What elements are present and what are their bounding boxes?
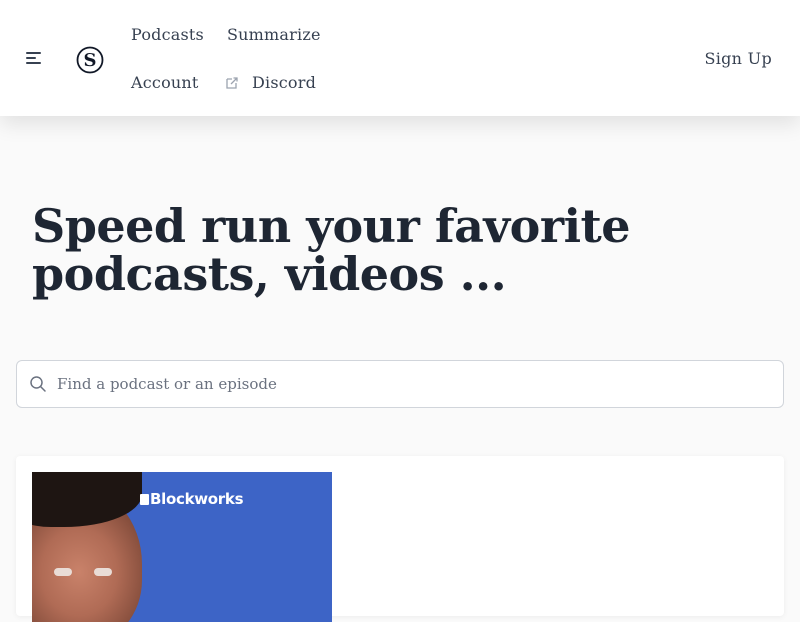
search-bar[interactable] xyxy=(16,360,784,408)
hamburger-menu-icon[interactable] xyxy=(26,52,44,68)
nav-account-link[interactable]: Account xyxy=(131,73,199,92)
blockworks-logo: Blockworks xyxy=(140,490,244,508)
sign-up-link[interactable]: Sign Up xyxy=(704,49,772,68)
nav-podcasts-link[interactable]: Podcasts xyxy=(131,25,204,44)
nav-summarize-link[interactable]: Summarize xyxy=(227,25,321,44)
episode-card[interactable]: Blockworks xyxy=(16,456,784,622)
brand-label: Blockworks xyxy=(150,490,244,508)
top-navigation-bar: S Podcasts Summarize Account Discord Sig… xyxy=(0,0,800,116)
external-link-icon xyxy=(226,77,238,89)
blockworks-mark-icon xyxy=(140,493,149,505)
s-logo-icon[interactable]: S xyxy=(76,46,104,74)
search-input[interactable] xyxy=(57,362,783,406)
nav-discord-label: Discord xyxy=(252,73,317,92)
hero-title: Speed run your favorite podcasts, videos… xyxy=(32,199,631,301)
svg-text:S: S xyxy=(84,50,97,71)
search-icon xyxy=(30,376,46,392)
nav-discord-link[interactable]: Discord xyxy=(224,73,316,92)
